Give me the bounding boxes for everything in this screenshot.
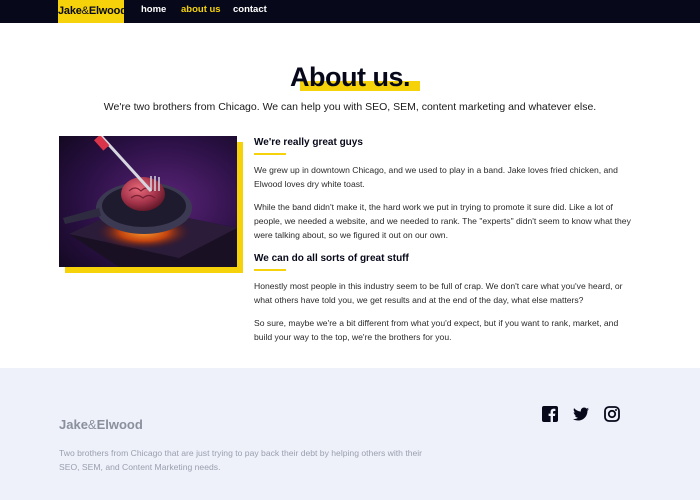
paragraph: We grew up in downtown Chicago, and we u… bbox=[254, 165, 618, 189]
cooking-photo-illustration bbox=[59, 136, 237, 267]
section-great-guys: We're really great guys We grew up in do… bbox=[254, 137, 634, 242]
footer-logo-ampersand: & bbox=[87, 417, 97, 432]
footer-logo-jake: Jake bbox=[59, 417, 88, 432]
cooking-photo bbox=[59, 136, 237, 267]
section-heading-great-guys: We're really great guys bbox=[254, 137, 363, 148]
paragraph: While the band didn't make it, the hard … bbox=[254, 202, 631, 240]
hero-title-wrap: About us. bbox=[0, 62, 700, 93]
intro-text: We're two brothers from Chicago. We can … bbox=[103, 101, 597, 113]
top-nav-bar: Jake&Elwood home about us contact bbox=[0, 0, 700, 23]
paragraph: Honestly most people in this industry se… bbox=[254, 281, 623, 305]
footer-logo-elwood: Elwood bbox=[96, 417, 143, 432]
nav-link-home[interactable]: home bbox=[141, 0, 166, 20]
footer-logo[interactable]: Jake&Elwood bbox=[59, 417, 143, 432]
instagram-icon[interactable] bbox=[604, 406, 620, 422]
logo-text-elwood: Elwood bbox=[88, 5, 127, 17]
twitter-icon[interactable] bbox=[573, 406, 589, 422]
section-heading-great-stuff: We can do all sorts of great stuff bbox=[254, 253, 409, 264]
nav-link-contact[interactable]: contact bbox=[233, 0, 267, 20]
page-title-text: About us. bbox=[290, 62, 410, 92]
page-title: About us. bbox=[290, 62, 420, 93]
heading-underline bbox=[254, 269, 286, 271]
site-footer: Jake&Elwood Two brothers from Chicago th… bbox=[0, 368, 700, 500]
facebook-icon[interactable] bbox=[542, 406, 558, 422]
brand-logo[interactable]: Jake&Elwood bbox=[58, 0, 127, 23]
logo-text-jake: Jake bbox=[58, 5, 82, 17]
paragraph: So sure, maybe we're a bit different fro… bbox=[254, 318, 619, 342]
logo-ampersand: & bbox=[81, 5, 89, 17]
nav-link-about-us[interactable]: about us bbox=[181, 0, 221, 20]
heading-underline bbox=[254, 153, 286, 155]
footer-description: Two brothers from Chicago that are just … bbox=[59, 448, 423, 472]
section-great-stuff: We can do all sorts of great stuff Hones… bbox=[254, 253, 634, 344]
